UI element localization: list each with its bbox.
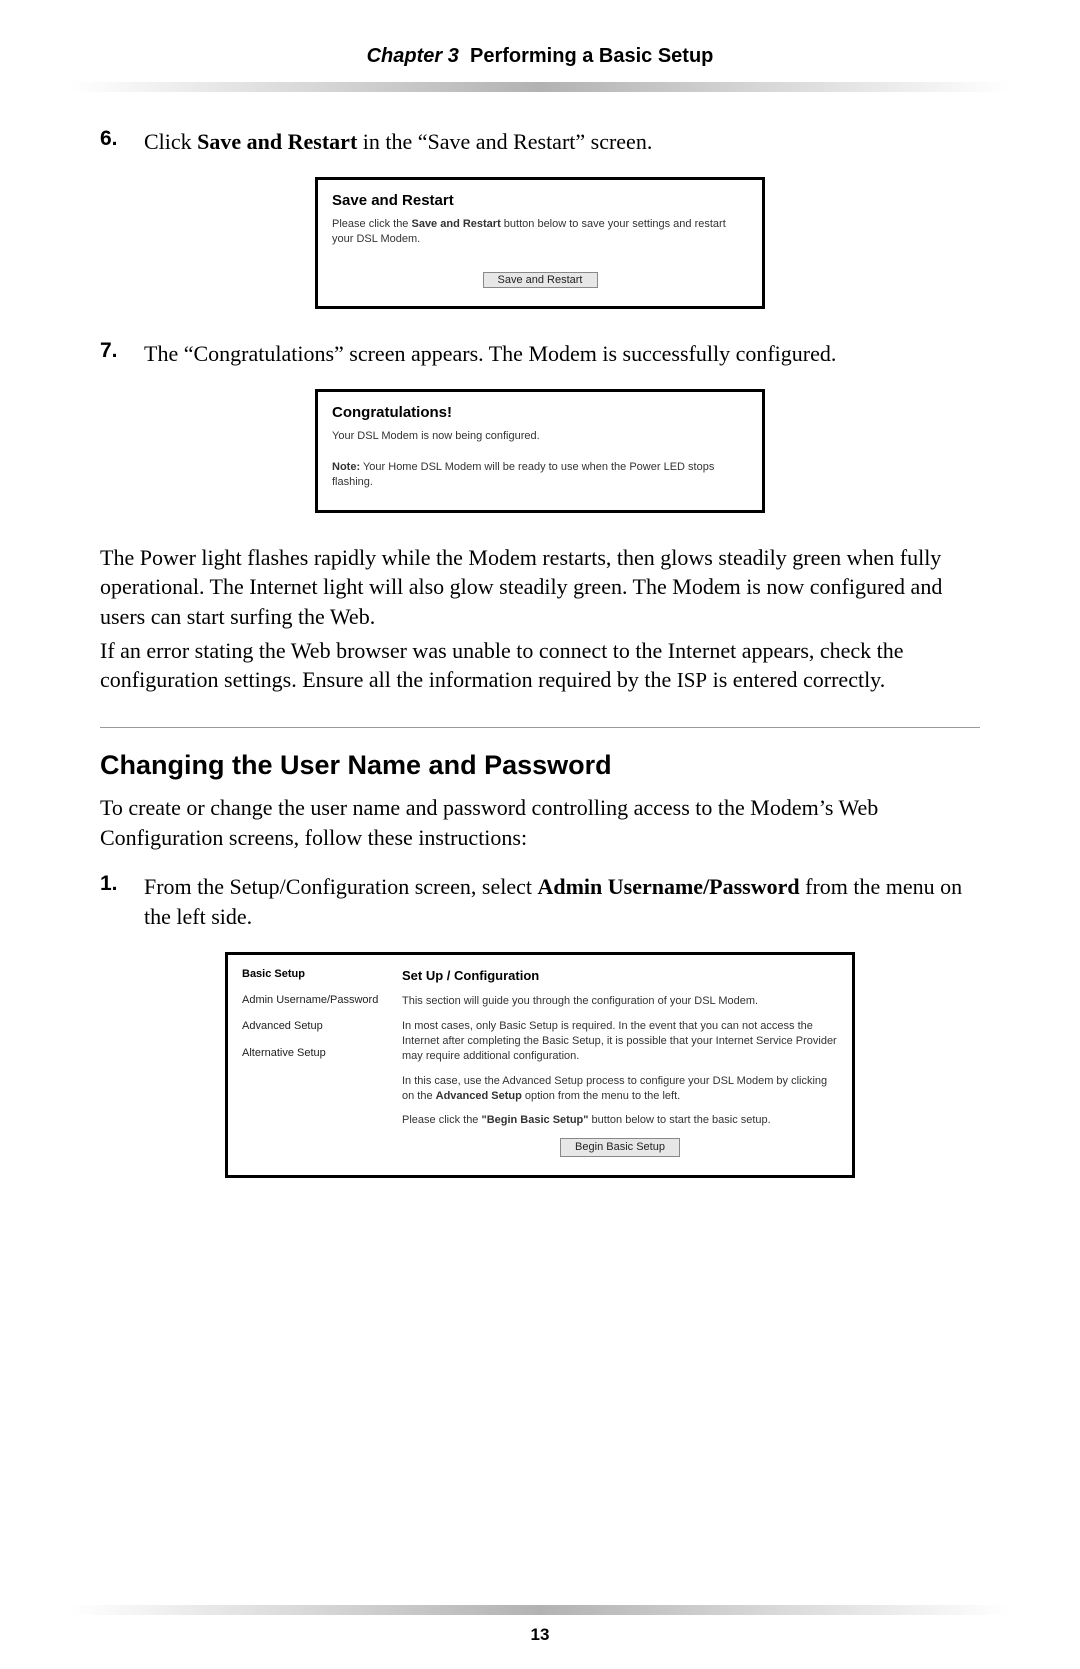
menu-item-advanced[interactable]: Advanced Setup xyxy=(242,1019,402,1033)
step-number: 1. xyxy=(100,872,144,931)
begin-basic-setup-button[interactable]: Begin Basic Setup xyxy=(560,1138,680,1157)
step-text: Click Save and Restart in the “Save and … xyxy=(144,127,652,157)
footer-rule xyxy=(40,1605,1040,1615)
content: 6. Click Save and Restart in the “Save a… xyxy=(0,92,1080,1178)
page-header: Chapter 3 Performing a Basic Setup xyxy=(0,45,1080,68)
page: Chapter 3 Performing a Basic Setup 6. Cl… xyxy=(0,0,1080,1669)
setup-p4: Please click the "Begin Basic Setup" but… xyxy=(402,1113,838,1128)
paragraph-power-light: The Power light flashes rapidly while th… xyxy=(100,543,980,632)
setup-heading: Set Up / Configuration xyxy=(402,967,838,985)
screenshot-setup-wrap: Basic Setup Admin Username/Password Adva… xyxy=(100,952,980,1178)
paragraph-error: If an error stating the Web browser was … xyxy=(100,636,980,695)
screenshot-congrats: Congratulations! Your DSL Modem is now b… xyxy=(315,389,765,513)
shot2-note: Note: Your Home DSL Modem will be ready … xyxy=(332,460,748,490)
screenshot-setup: Basic Setup Admin Username/Password Adva… xyxy=(225,952,855,1178)
header-rule xyxy=(40,82,1040,92)
shot1-title: Save and Restart xyxy=(332,192,748,209)
step-text: From the Setup/Configuration screen, sel… xyxy=(144,872,980,931)
section-heading: Changing the User Name and Password xyxy=(100,750,980,781)
screenshot-save-restart: Save and Restart Please click the Save a… xyxy=(315,177,765,310)
menu-item-admin[interactable]: Admin Username/Password xyxy=(242,993,402,1007)
step-7: 7. The “Congratulations” screen appears.… xyxy=(100,339,980,369)
step-number: 6. xyxy=(100,127,144,157)
setup-menu: Basic Setup Admin Username/Password Adva… xyxy=(242,967,402,1157)
chapter-label: Chapter 3 xyxy=(367,45,459,67)
step-number: 7. xyxy=(100,339,144,369)
section-divider xyxy=(100,727,980,728)
setup-p3: In this case, use the Advanced Setup pro… xyxy=(402,1074,838,1104)
step-6: 6. Click Save and Restart in the “Save a… xyxy=(100,127,980,157)
footer-rule-wrap xyxy=(40,1605,1040,1615)
menu-head[interactable]: Basic Setup xyxy=(242,967,402,981)
step-1: 1. From the Setup/Configuration screen, … xyxy=(100,872,980,931)
save-and-restart-button[interactable]: Save and Restart xyxy=(483,272,598,288)
setup-p2: In most cases, only Basic Setup is requi… xyxy=(402,1019,838,1064)
setup-p1: This section will guide you through the … xyxy=(402,994,838,1009)
shot2-line1: Your DSL Modem is now being configured. xyxy=(332,429,748,444)
setup-button-row: Begin Basic Setup xyxy=(402,1138,838,1157)
screenshot-congrats-wrap: Congratulations! Your DSL Modem is now b… xyxy=(100,389,980,513)
shot1-button-row: Save and Restart xyxy=(332,270,748,288)
shot2-title: Congratulations! xyxy=(332,404,748,421)
page-number: 13 xyxy=(0,1625,1080,1645)
setup-main: Set Up / Configuration This section will… xyxy=(402,967,838,1157)
section-intro: To create or change the user name and pa… xyxy=(100,793,980,852)
shot1-text: Please click the Save and Restart button… xyxy=(332,217,748,247)
chapter-title: Performing a Basic Setup xyxy=(470,45,713,67)
screenshot-save-restart-wrap: Save and Restart Please click the Save a… xyxy=(100,177,980,310)
menu-item-alternative[interactable]: Alternative Setup xyxy=(242,1046,402,1060)
step-text: The “Congratulations” screen appears. Th… xyxy=(144,339,836,369)
